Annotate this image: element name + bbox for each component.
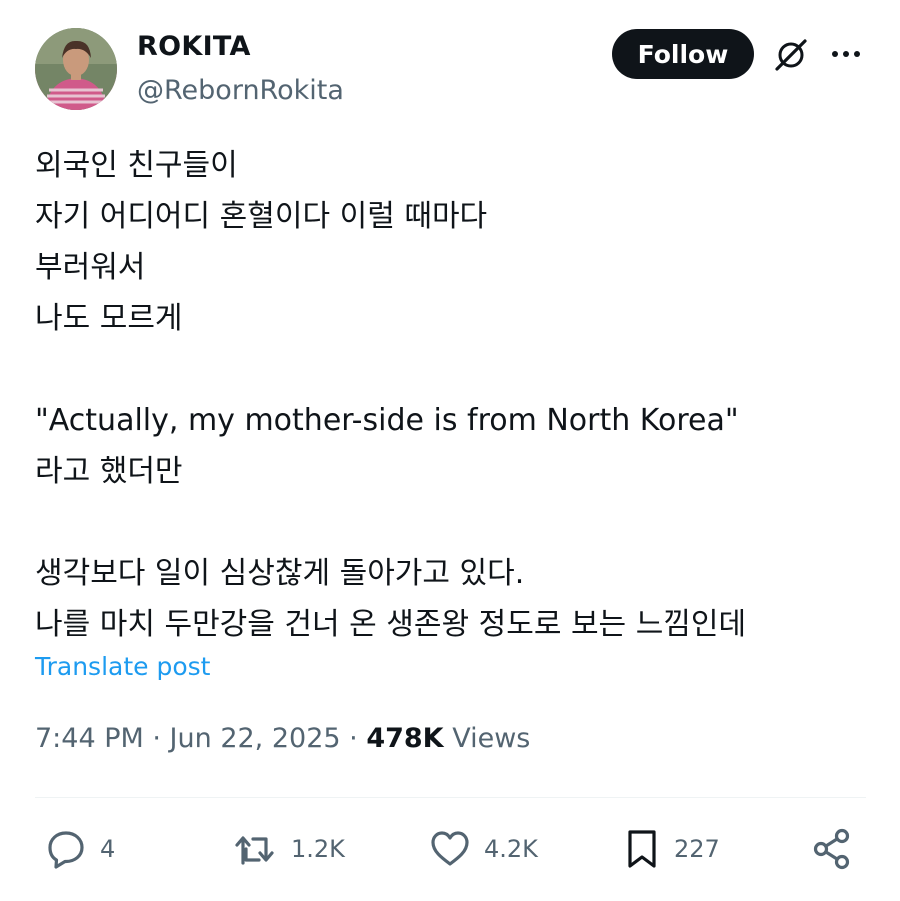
heart-icon — [431, 831, 469, 866]
post-line: 나를 마치 두만강을 건너 온 생존왕 정도로 보는 느낌인데 — [35, 607, 747, 642]
share-button[interactable] — [810, 826, 856, 872]
post-line — [35, 344, 875, 395]
post-line: 자기 어디어디 혼혈이다 이럴 때마다 — [35, 199, 488, 234]
post-line: 라고 했더만 — [35, 454, 183, 489]
post-line: 부러워서 — [35, 250, 146, 285]
post-line: 생각보다 일이 심상찮게 돌아가고 있다. — [35, 556, 525, 591]
handle[interactable]: @RebornRokita — [137, 75, 344, 106]
profile-photo-icon — [35, 28, 117, 110]
post-line — [35, 497, 875, 548]
repost-icon — [235, 836, 274, 865]
reply-button[interactable]: 4 — [44, 826, 115, 872]
bookmark-button[interactable]: 227 — [622, 826, 720, 872]
repost-count: 1.2K — [291, 835, 345, 863]
avatar[interactable] — [35, 28, 117, 110]
post-date[interactable]: Jun 22, 2025 — [170, 723, 341, 754]
like-button[interactable]: 4.2K — [428, 826, 538, 872]
post-line: 외국인 친구들이 — [35, 148, 238, 183]
grok-icon[interactable] — [772, 36, 810, 74]
bookmark-icon — [628, 830, 656, 868]
follow-button[interactable]: Follow — [612, 29, 754, 79]
post-text: 외국인 친구들이 자기 어디어디 혼혈이다 이럴 때마다 부러워서 나도 모르게… — [35, 140, 875, 650]
more-options-icon[interactable] — [828, 40, 864, 68]
post-line: 나도 모르게 — [35, 301, 183, 336]
share-icon — [813, 828, 850, 870]
bookmark-count: 227 — [674, 835, 720, 863]
translate-post-link[interactable]: Translate post — [35, 652, 210, 681]
post-time[interactable]: 7:44 PM — [35, 723, 144, 754]
views-label: Views — [452, 723, 531, 754]
post-meta: 7:44 PM · Jun 22, 2025 · 478K Views — [35, 723, 531, 754]
views-count: 478K — [366, 723, 444, 754]
like-count: 4.2K — [484, 835, 538, 863]
reply-icon — [48, 831, 84, 869]
reply-count: 4 — [100, 835, 116, 863]
repost-button[interactable]: 1.2K — [233, 826, 345, 872]
post-line: "Actually, my mother-side is from North … — [35, 403, 739, 438]
divider — [35, 797, 866, 798]
display-name[interactable]: ROKITA — [137, 31, 251, 62]
